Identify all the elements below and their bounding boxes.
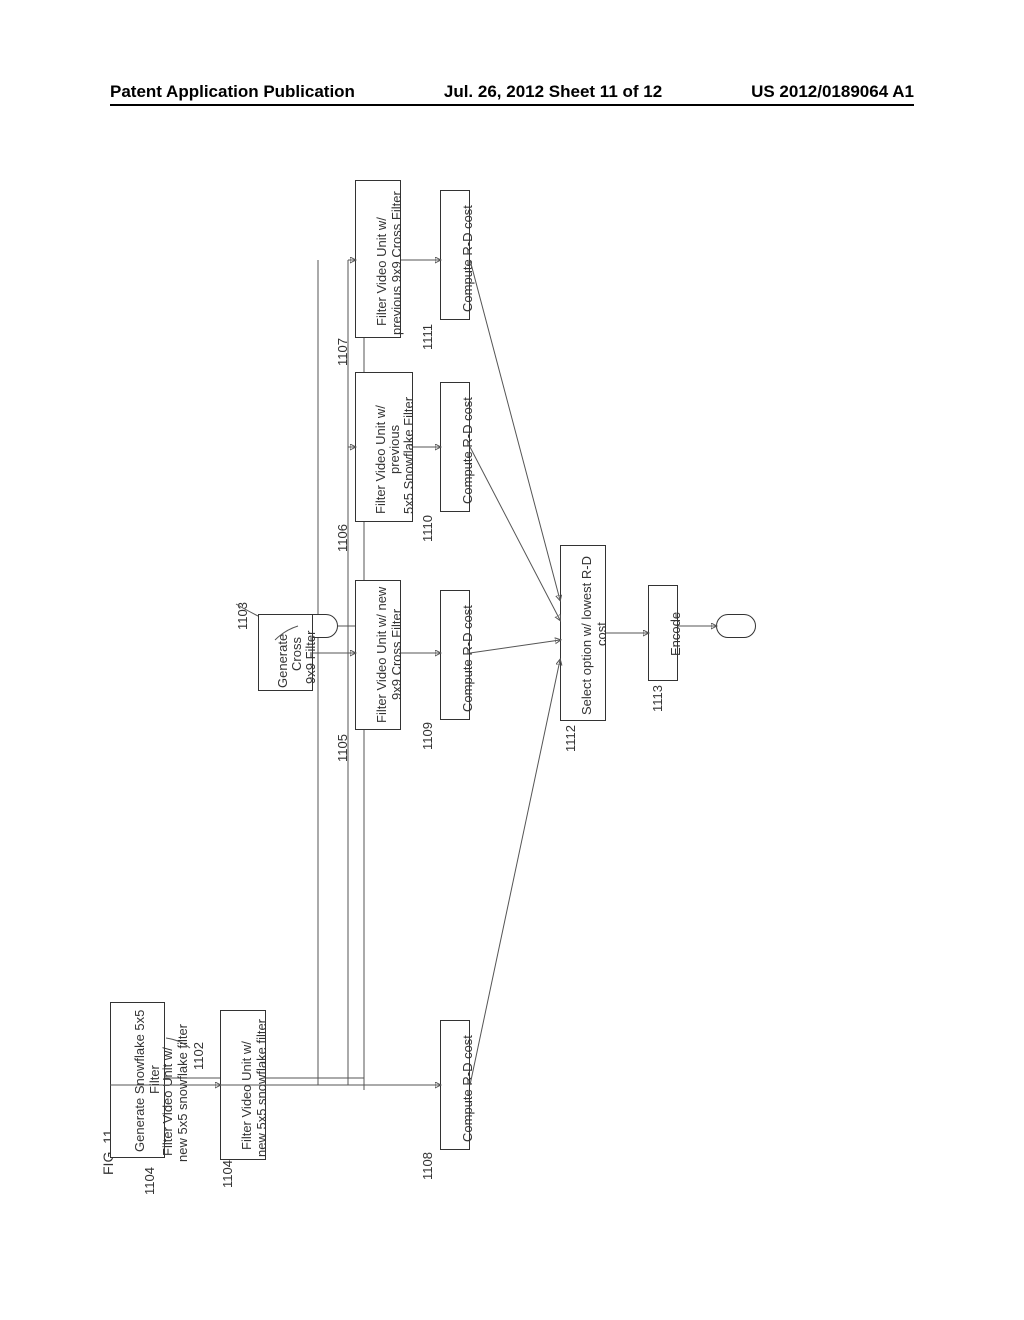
tx-1104a: Filter Video Unit w/ (239, 1041, 254, 1150)
t-1102-1: Generate Snowflake 5x5 (132, 1010, 147, 1152)
rx-1110: 1110 (420, 515, 435, 542)
t-1104-2: new 5x5 snowflake filter (175, 1024, 190, 1162)
header-center: Jul. 26, 2012 Sheet 11 of 12 (444, 82, 662, 102)
header-right: US 2012/0189064 A1 (751, 82, 914, 102)
rx-1107: 1107 (335, 338, 350, 366)
t-1103-3: 9x9 Filter (303, 631, 318, 684)
rx-1113: 1113 (650, 685, 665, 712)
tx-1107b: previous 9x9 Cross Filter (389, 191, 404, 335)
header-separator (110, 104, 914, 106)
tx-1107a: Filter Video Unit w/ (374, 217, 389, 326)
rx-1108: 1108 (420, 1152, 435, 1180)
tx-1112b: cost (594, 622, 609, 646)
header-left: Patent Application Publication (110, 82, 355, 102)
tx-1108: Compute R-D cost (460, 1035, 475, 1142)
terminal-end (716, 614, 756, 638)
rx-1106: 1106 (335, 524, 350, 552)
r-1103: 1103 (235, 602, 250, 630)
flowchart: FIG. 11 1101 Generate Snowflake 5x5 Filt… (80, 190, 800, 1200)
rx-1109: 1109 (420, 722, 435, 750)
rx-1104: 1104 (220, 1160, 235, 1188)
tx-1113: Encode (668, 612, 683, 656)
tx-1106a: Filter Video Unit w/ (373, 405, 388, 514)
t-1104-1: Filter Video Unit w/ (160, 1047, 175, 1156)
rx-1112: 1112 (563, 725, 578, 752)
rx-1111: 1111 (420, 324, 435, 350)
tx-1105a: Filter Video Unit w/ new (374, 587, 389, 723)
tx-1110: Compute R-D cost (460, 397, 475, 504)
tx-1106c: 5x5 Snowflake Filter (401, 397, 416, 514)
page-header: Patent Application Publication Jul. 26, … (0, 82, 1024, 102)
tx-1106b: previous (387, 425, 402, 474)
rx-1105: 1105 (335, 734, 350, 762)
t-1103-1: Generate (275, 634, 290, 688)
r-1104: 1104 (142, 1167, 157, 1195)
tx-1105b: 9x9 Cross Filter (389, 609, 404, 700)
t-1103-2: Cross (289, 637, 304, 671)
tx-1112a: Select option w/ lowest R-D (579, 556, 594, 715)
tx-1111: Compute R-D cost (460, 205, 475, 312)
tx-1109: Compute R-D cost (460, 605, 475, 712)
tx-1104b: new 5x5 snowflake filter (254, 1019, 269, 1157)
r-1102: 1102 (191, 1042, 206, 1070)
